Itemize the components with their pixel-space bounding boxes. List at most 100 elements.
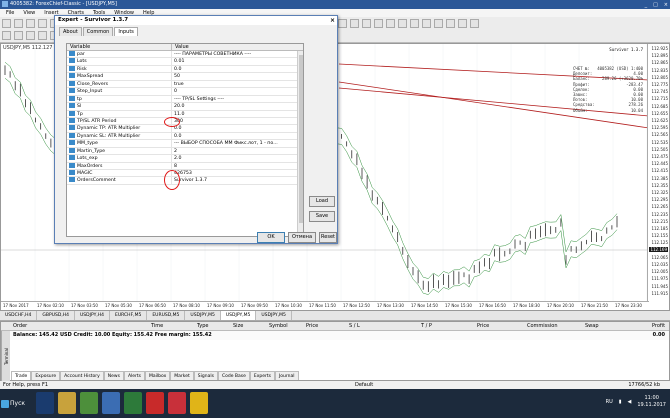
input-param-row[interactable]: Close_Revers true	[67, 80, 303, 89]
chart-tab[interactable]: GBPUSD,H4	[37, 311, 76, 320]
taskbar-app-button[interactable]	[58, 392, 76, 414]
terminal-tab[interactable]: Account History	[60, 371, 104, 380]
input-param-row[interactable]: Martin_Type 2	[67, 147, 303, 156]
input-param-row[interactable]: OrdersComment Survivor 1.3.7	[67, 177, 303, 185]
input-param-row[interactable]: tp ---- TP/SL Settings ----	[67, 95, 303, 104]
toolbar-tool-icon[interactable]	[434, 19, 443, 28]
toolbar-tool-icon[interactable]	[338, 19, 347, 28]
tab-common[interactable]: Common	[82, 27, 114, 36]
menu-view[interactable]: View	[23, 9, 35, 17]
terminal-tab[interactable]: Code Base	[217, 371, 250, 380]
toolbar-tool-icon[interactable]	[14, 31, 23, 40]
param-value[interactable]: 0.0	[172, 133, 303, 139]
chart-tab[interactable]: EURUSD,M5	[147, 311, 186, 320]
network-icon[interactable]: ▮	[619, 399, 622, 405]
param-value[interactable]: 20.0	[172, 103, 303, 109]
param-value[interactable]: 0	[172, 88, 303, 94]
toolbar-tool-icon[interactable]	[398, 19, 407, 28]
input-param-row[interactable]: MAGIC 426753	[67, 170, 303, 178]
toolbar-tool-icon[interactable]	[26, 19, 35, 28]
save-button[interactable]: Save	[309, 211, 335, 222]
param-value[interactable]: 300	[172, 118, 303, 124]
toolbar-tool-icon[interactable]	[458, 19, 467, 28]
taskbar-app-button[interactable]	[146, 392, 164, 414]
terminal-tab[interactable]: News	[103, 371, 124, 380]
tab-inputs[interactable]: Inputs	[114, 27, 138, 36]
input-param-row[interactable]: Lots 0.01	[67, 58, 303, 66]
terminal-column-header[interactable]: T / P	[421, 322, 432, 331]
terminal-column-header[interactable]: Order	[13, 322, 27, 331]
param-value[interactable]: 426753	[172, 170, 303, 176]
ok-button[interactable]: OK	[257, 232, 285, 243]
toolbar-tool-icon[interactable]	[2, 31, 11, 40]
terminal-tab[interactable]: Mailbox	[145, 371, 171, 380]
terminal-tab[interactable]: Experts	[249, 371, 275, 380]
language-indicator[interactable]: RU	[606, 399, 613, 405]
scrollbar-thumb[interactable]	[299, 55, 303, 223]
terminal-column-header[interactable]: Swap	[585, 322, 599, 331]
terminal-column-header[interactable]: S / L	[349, 322, 360, 331]
toolbar-tool-icon[interactable]	[362, 19, 371, 28]
toolbar-tool-icon[interactable]	[470, 19, 479, 28]
terminal-tab[interactable]: Exposure	[31, 371, 61, 380]
toolbar-tool-icon[interactable]	[350, 19, 359, 28]
menu-file[interactable]: File	[6, 9, 14, 17]
toolbar-tool-icon[interactable]	[38, 19, 47, 28]
terminal-tab[interactable]: Signals	[193, 371, 218, 380]
terminal-column-header[interactable]: Symbol	[269, 322, 288, 331]
param-value[interactable]: 2.0	[172, 155, 303, 161]
start-button[interactable]: Пуск	[0, 397, 25, 411]
volume-icon[interactable]: ◀	[628, 399, 632, 405]
input-param-row[interactable]: Dynamic TP: ATR Multiplier 0.0	[67, 125, 303, 133]
reset-button[interactable]: Reset	[319, 232, 337, 243]
tab-about[interactable]: About	[59, 27, 82, 36]
clock[interactable]: 11:00 19.11.2017	[637, 395, 666, 409]
terminal-tab[interactable]: Market	[170, 371, 194, 380]
input-param-row[interactable]: MaxOrders 8	[67, 162, 303, 170]
param-value[interactable]: 0.0	[172, 66, 303, 72]
input-param-row[interactable]: Sl 20.0	[67, 103, 303, 111]
toolbar-tool-icon[interactable]	[446, 19, 455, 28]
toolbar-tool-icon[interactable]	[14, 19, 23, 28]
toolbar-tool-icon[interactable]	[422, 19, 431, 28]
param-value[interactable]: ---- TP/SL Settings ----	[172, 96, 303, 102]
toolbar-tool-icon[interactable]	[374, 19, 383, 28]
input-param-row[interactable]: Risk 0.0	[67, 65, 303, 74]
param-value[interactable]: 0.01	[172, 58, 303, 64]
toolbar-tool-icon[interactable]	[410, 19, 419, 28]
param-value[interactable]: 0.0	[172, 125, 303, 131]
terminal-column-header[interactable]: Type	[197, 322, 208, 331]
chart-tab[interactable]: EURCHF,M5	[110, 311, 148, 320]
toolbar-tool-icon[interactable]	[38, 31, 47, 40]
toolbar-tool-icon[interactable]	[26, 31, 35, 40]
toolbar-tool-icon[interactable]	[386, 19, 395, 28]
taskbar-app-button[interactable]	[80, 392, 98, 414]
param-value[interactable]: 50	[172, 73, 303, 79]
input-param-row[interactable]: par ---- ПАРАМЕТРЫ СОВЕТНИКА ----	[67, 51, 303, 59]
terminal-tab[interactable]: Trade	[11, 371, 32, 380]
input-param-row[interactable]: MaxSpread 50	[67, 73, 303, 81]
param-value[interactable]: --- ВЫБОР СПОСОБА ММ Фикс.лот, 1 - по...	[172, 140, 303, 146]
param-value[interactable]: true	[172, 81, 303, 87]
terminal-tab[interactable]: Alerts	[123, 371, 146, 380]
taskbar-app-button[interactable]	[190, 392, 208, 414]
taskbar-app-button[interactable]	[102, 392, 120, 414]
load-button[interactable]: Load	[309, 196, 335, 207]
input-param-row[interactable]: Dynamic SL: ATR Multiplier 0.0	[67, 132, 303, 141]
input-param-row[interactable]: TP/SL ATR Period 300	[67, 117, 303, 126]
terminal-tab[interactable]: Journal	[274, 371, 299, 380]
input-param-row[interactable]: Tp 11.0	[67, 110, 303, 118]
input-param-row[interactable]: Step_Input 0	[67, 88, 303, 96]
terminal-column-header[interactable]: Time	[151, 322, 163, 331]
chart-tab[interactable]: USDJPY,M5	[220, 311, 257, 320]
input-param-row[interactable]: Lots_exp 2.0	[67, 155, 303, 163]
param-value[interactable]: Survivor 1.3.7	[172, 177, 303, 183]
toolbar-tool-icon[interactable]	[2, 19, 11, 28]
terminal-column-header[interactable]: Size	[233, 322, 243, 331]
param-value[interactable]: 11.0	[172, 111, 303, 117]
param-value[interactable]: 2	[172, 148, 303, 154]
taskbar-app-button[interactable]	[124, 392, 142, 414]
terminal-column-header[interactable]: Price	[477, 322, 489, 331]
cancel-button[interactable]: Отмена	[288, 232, 316, 243]
chart-tab[interactable]: USDCHF,H4	[0, 311, 38, 320]
